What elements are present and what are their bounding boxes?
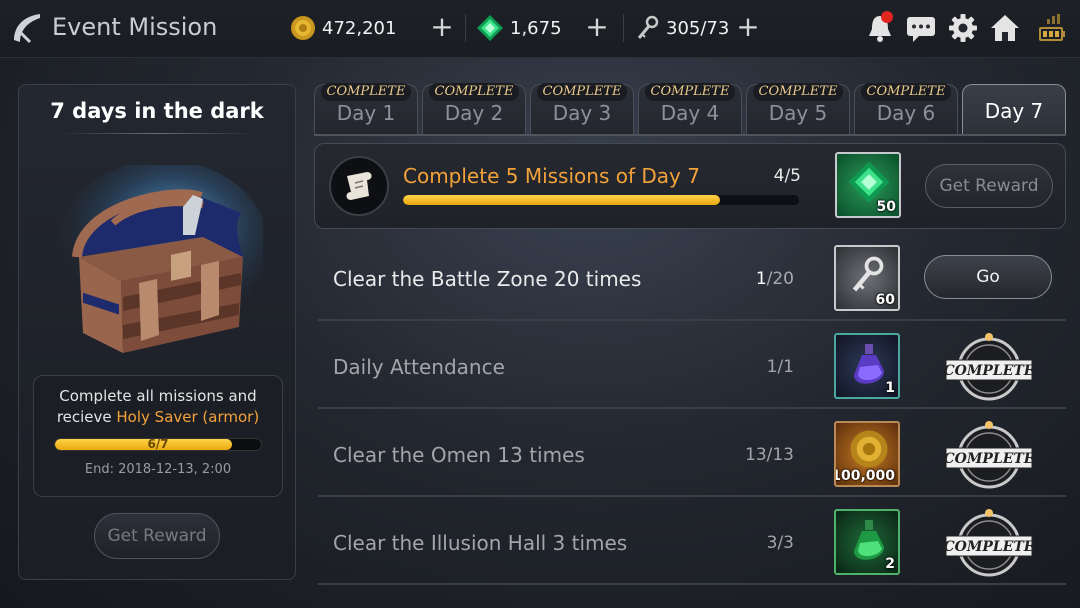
mission-name: Clear the Omen 13 times <box>333 443 585 467</box>
green-potion-icon <box>854 520 884 560</box>
tab-day-7[interactable]: Day 7 <box>962 84 1066 136</box>
go-button[interactable]: Go <box>924 255 1052 299</box>
mission-name: Clear the Battle Zone 20 times <box>333 267 642 291</box>
event-title: 7 days in the dark <box>50 99 264 123</box>
add-gold-button[interactable]: + <box>430 13 454 42</box>
complete-badge: COMPLETE <box>753 83 843 101</box>
reward-qty: 50 <box>876 199 896 215</box>
tab-label: Day 6 <box>876 101 936 125</box>
complete-stamp-icon: COMPLETE <box>944 333 1034 401</box>
chat-icon[interactable] <box>905 12 937 44</box>
tab-label: Day 4 <box>660 101 720 125</box>
tab-day-4[interactable]: COMPLETE Day 4 <box>638 83 742 136</box>
tab-label: Day 3 <box>552 101 612 125</box>
gold-coin-icon <box>850 430 888 468</box>
event-panel: 7 days in the dark Complete all missions… <box>18 84 296 580</box>
main-get-reward-button[interactable]: Get Reward <box>925 164 1053 208</box>
add-key-button[interactable]: + <box>736 13 760 42</box>
gem-icon <box>477 15 503 41</box>
reward-qty: 2 <box>885 556 895 572</box>
page-title: Event Mission <box>52 13 218 41</box>
complete-stamp-icon: COMPLETE <box>944 509 1034 577</box>
complete-badge: COMPLETE <box>861 83 951 101</box>
mission-row: Daily Attendance 1/1 1 COMPLETE <box>318 325 1066 409</box>
event-reward-info: Complete all missions and recieve Holy S… <box>33 375 283 497</box>
tab-day-3[interactable]: COMPLETE Day 3 <box>530 83 634 136</box>
tab-label: Day 7 <box>984 99 1044 123</box>
desc-line-1: Complete all missions and <box>59 387 257 405</box>
main-mission-progress: 4/5 <box>773 166 801 186</box>
purple-potion-icon <box>854 344 884 384</box>
reward-potion: 2 <box>834 509 900 575</box>
mission-progress: 1/1 <box>766 357 794 377</box>
reward-gem: 50 <box>835 152 901 218</box>
reward-key: 60 <box>834 245 900 311</box>
tab-day-6[interactable]: COMPLETE Day 6 <box>854 83 958 136</box>
event-progress-text: 6/7 <box>147 438 169 451</box>
mission-row: Clear the Illusion Hall 3 times 3/3 2 CO… <box>318 501 1066 585</box>
main-mission-progress-bar <box>403 195 799 205</box>
key-value: 305/73 <box>666 17 730 39</box>
mission-name: Daily Attendance <box>333 355 505 379</box>
gem-icon <box>848 161 890 203</box>
tab-day-5[interactable]: COMPLETE Day 5 <box>746 83 850 136</box>
reward-gold: 100,000 <box>834 421 900 487</box>
title-divider <box>59 133 255 134</box>
mission-progress-total: /20 <box>766 269 794 289</box>
event-description: Complete all missions and recieve Holy S… <box>34 386 282 428</box>
gold-counter: 472,201 <box>290 14 396 42</box>
gem-counter: 1,675 <box>476 14 562 42</box>
main-mission-progress-fill <box>403 195 720 205</box>
home-icon[interactable] <box>989 12 1021 44</box>
mission-row: Clear the Omen 13 times 13/13 100,000 CO… <box>318 413 1066 497</box>
tab-underline <box>314 134 1066 136</box>
tab-label: Day 2 <box>444 101 504 125</box>
chest-icon <box>58 165 263 353</box>
mission-progress-done: 1 <box>755 269 767 289</box>
reward-qty: 100,000 <box>834 468 895 484</box>
reward-qty: 60 <box>875 292 895 308</box>
key-icon <box>852 256 884 292</box>
complete-stamp-text: COMPLETE <box>944 363 1034 379</box>
tab-label: Day 5 <box>768 101 828 125</box>
event-progress-bar: 6/7 <box>54 438 262 451</box>
complete-badge: COMPLETE <box>537 83 627 101</box>
divider <box>465 14 466 42</box>
complete-badge: COMPLETE <box>321 83 411 101</box>
notification-badge <box>881 11 893 23</box>
mission-row: Clear the Battle Zone 20 times 1/20 60 G… <box>318 237 1066 321</box>
event-get-reward-button[interactable]: Get Reward <box>94 513 220 559</box>
complete-badge: COMPLETE <box>429 83 519 101</box>
complete-stamp-text: COMPLETE <box>944 539 1034 555</box>
complete-stamp-text: COMPLETE <box>944 451 1034 467</box>
mission-progress: 1/20 <box>714 269 794 289</box>
mission-progress: 13/13 <box>745 445 794 465</box>
signal-battery-icon <box>1039 14 1065 41</box>
top-bar: Event Mission 472,201 + 1,675 + 305/73 + <box>0 0 1080 58</box>
gem-value: 1,675 <box>510 17 562 39</box>
desc-prefix: recieve <box>56 408 117 426</box>
tab-label: Day 1 <box>336 101 396 125</box>
complete-stamp-icon: COMPLETE <box>944 421 1034 489</box>
reward-potion: 1 <box>834 333 900 399</box>
reward-qty: 1 <box>885 380 895 396</box>
main-mission-name: Complete 5 Missions of Day 7 <box>403 164 700 188</box>
day-main-mission: Complete 5 Missions of Day 7 4/5 50 Get … <box>314 143 1066 229</box>
divider <box>623 14 624 42</box>
reward-item-name: Holy Saver (armor) <box>116 408 260 426</box>
event-end-time: End: 2018-12-13, 2:00 <box>84 462 232 477</box>
gold-value: 472,201 <box>322 17 397 39</box>
key-counter: 305/73 <box>636 14 729 42</box>
tab-day-1[interactable]: COMPLETE Day 1 <box>314 83 418 136</box>
complete-badge: COMPLETE <box>645 83 735 101</box>
key-icon <box>637 15 659 39</box>
gold-coin-icon <box>291 16 315 40</box>
gear-icon[interactable] <box>947 12 979 44</box>
scroll-icon <box>329 156 389 216</box>
back-arrow-icon[interactable] <box>8 10 44 46</box>
add-gem-button[interactable]: + <box>585 13 609 42</box>
tab-day-2[interactable]: COMPLETE Day 2 <box>422 83 526 136</box>
mission-progress: 3/3 <box>766 533 794 553</box>
mission-name: Clear the Illusion Hall 3 times <box>333 531 628 555</box>
